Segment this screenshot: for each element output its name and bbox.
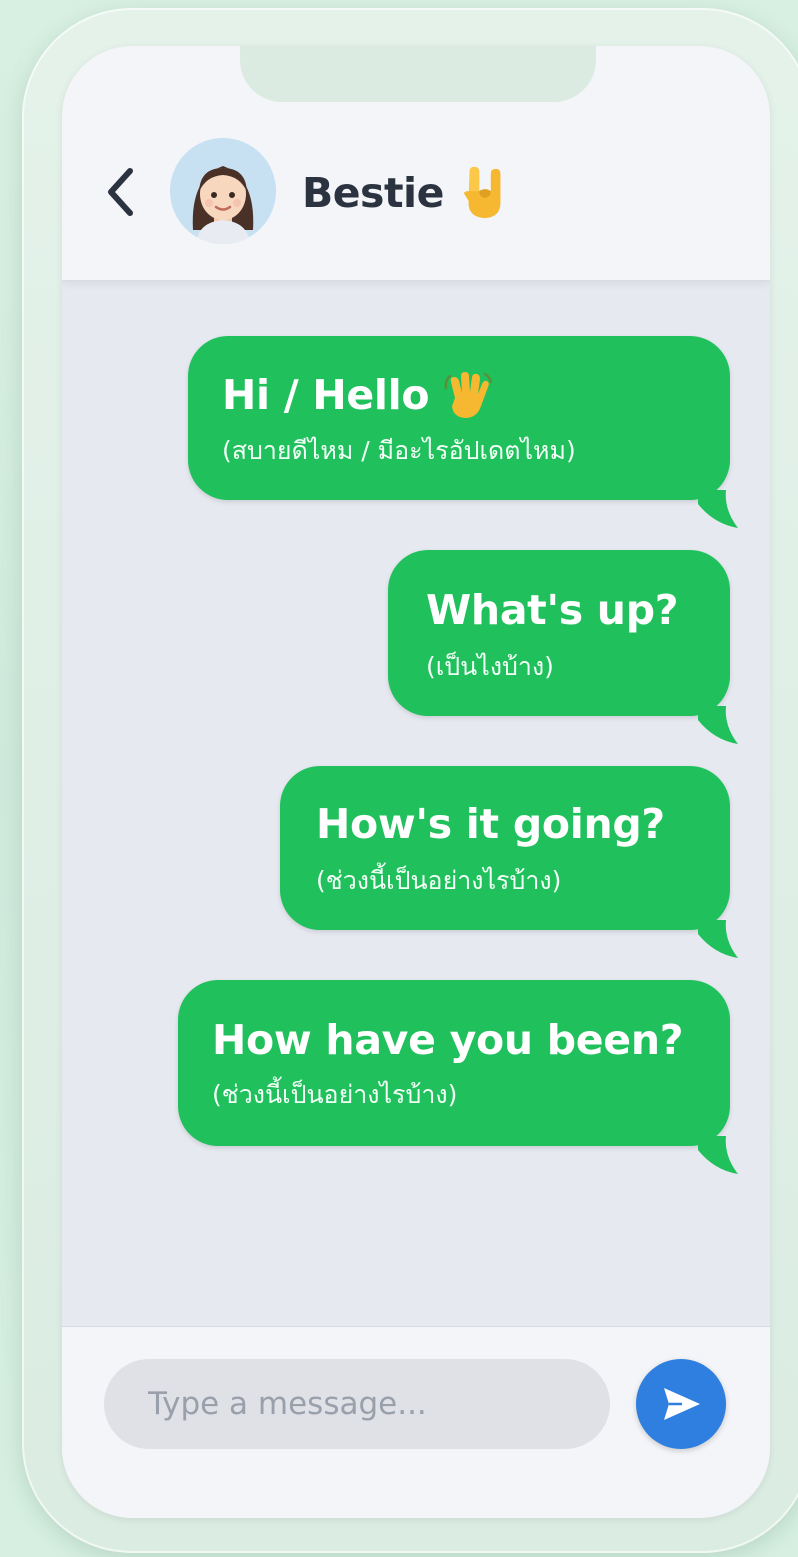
rock-hand-icon bbox=[463, 166, 501, 219]
contact-name: Bestie bbox=[302, 169, 444, 217]
message-text: How have you been? bbox=[212, 1016, 684, 1064]
message-input[interactable] bbox=[104, 1359, 610, 1449]
message-bubble[interactable]: How have you been? (ช่วงนี้เป็นอย่างไรบ้… bbox=[178, 980, 738, 1174]
contact-name-row: Bestie bbox=[302, 164, 514, 222]
message-text: What's up? bbox=[426, 586, 679, 634]
message-text: Hi / Hello bbox=[222, 371, 430, 419]
bubble-tail bbox=[698, 920, 738, 958]
message-translation: (ช่วงนี้เป็นอย่างไรบ้าง) bbox=[316, 866, 562, 895]
message-bubble[interactable]: What's up? (เป็นไงบ้าง) bbox=[388, 550, 738, 744]
composer-bar bbox=[62, 1326, 770, 1518]
message-translation: (ช่วงนี้เป็นอย่างไรบ้าง) bbox=[212, 1080, 458, 1109]
back-button[interactable] bbox=[100, 164, 140, 220]
woman-face-avatar bbox=[170, 138, 276, 244]
message-bubble[interactable]: Hi / Hello (สบายดีไหม / มีอะไรอัปเดตไหม) bbox=[188, 336, 738, 528]
chevron-left-icon bbox=[108, 168, 133, 216]
phone-screen: Bestie Hi / Hello (สบายดีไหม / มีอะไรอัป… bbox=[62, 46, 770, 1518]
message-list: Hi / Hello (สบายดีไหม / มีอะไรอัปเดตไหม)… bbox=[62, 280, 770, 1326]
bubble-tail bbox=[698, 490, 738, 528]
message-translation: (เป็นไงบ้าง) bbox=[426, 652, 554, 681]
send-arrow-icon bbox=[664, 1388, 700, 1420]
bubble-tail bbox=[698, 1136, 738, 1174]
avatar[interactable] bbox=[170, 138, 276, 244]
message-bubble[interactable]: How's it going? (ช่วงนี้เป็นอย่างไรบ้าง) bbox=[280, 766, 738, 958]
message-text: How's it going? bbox=[316, 800, 665, 848]
send-button[interactable] bbox=[636, 1359, 726, 1449]
message-translation: (สบายดีไหม / มีอะไรอัปเดตไหม) bbox=[222, 436, 576, 465]
bubble-tail bbox=[698, 706, 738, 744]
phone-notch bbox=[240, 46, 596, 102]
chat-header: Bestie bbox=[62, 46, 770, 281]
waving-hand-icon bbox=[444, 372, 493, 418]
